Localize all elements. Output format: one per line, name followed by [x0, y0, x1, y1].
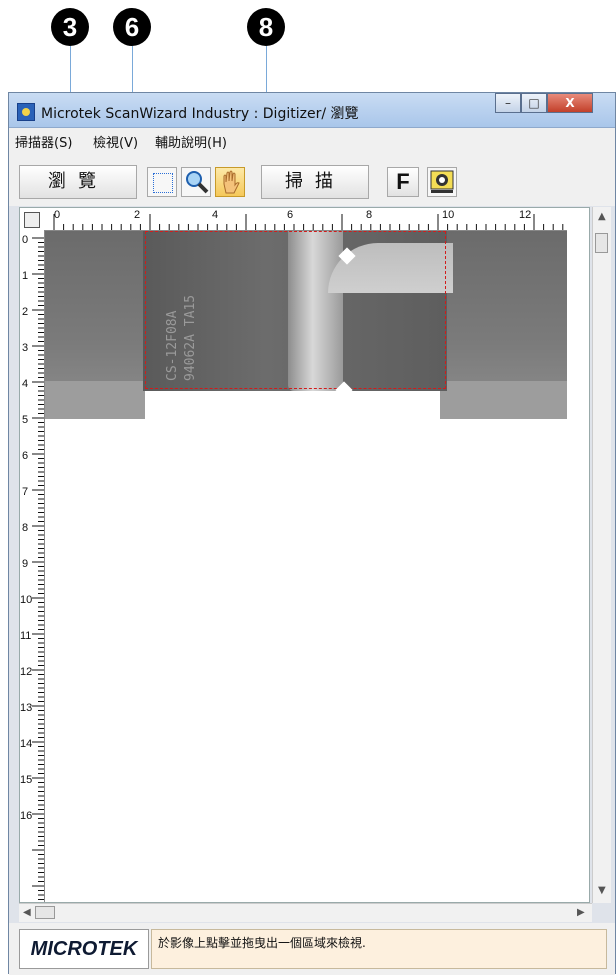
vertical-scroll-thumb[interactable]: [595, 233, 608, 253]
menu-scanner[interactable]: 掃描器(S): [15, 132, 72, 151]
menu-help[interactable]: 輔助說明(H): [155, 132, 227, 151]
horizontal-ruler-ticks: [53, 214, 564, 230]
menubar: 掃描器(S) 檢視(V) 輔助說明(H): [9, 128, 615, 151]
minimize-button[interactable]: –: [495, 93, 521, 113]
scan-button[interactable]: 掃描: [261, 165, 369, 199]
horizontal-scrollbar[interactable]: ◀ ▶: [19, 903, 592, 922]
scan-background-left-lower: [45, 381, 145, 419]
hand-icon: [223, 170, 240, 194]
status-bar: MICROTEK 於影像上點擊並拖曳出一個區域來檢視.: [9, 923, 615, 975]
vruler-label: 12: [20, 666, 33, 678]
maximize-button[interactable]: □: [521, 93, 547, 113]
scan-preview-canvas[interactable]: CS-12F08A 94062A TA15: [45, 231, 567, 833]
vruler-label: 10: [20, 594, 33, 606]
callout-3: 3: [51, 8, 89, 46]
status-message: 於影像上點擊並拖曳出一個區域來檢視.: [151, 929, 607, 969]
microtek-logo: MICROTEK: [19, 929, 149, 969]
horizontal-scroll-thumb[interactable]: [35, 906, 55, 919]
f-button[interactable]: F: [387, 167, 419, 197]
scanwizard-window: Microtek ScanWizard Industry : Digitizer…: [8, 92, 616, 975]
magnifier-icon: [186, 171, 209, 194]
vertical-ruler: 0 1 2 3 4 5 6 7 8 9 10 11 12 13 14 15 16: [20, 230, 45, 902]
menu-view[interactable]: 檢視(V): [93, 132, 138, 151]
selection-icon: [153, 173, 173, 193]
titlebar: Microtek ScanWizard Industry : Digitizer…: [9, 93, 615, 128]
hruler-label: 10: [442, 209, 455, 221]
vruler-label: 11: [20, 630, 32, 642]
vruler-label: 3: [22, 342, 29, 354]
ruler-unit-button[interactable]: [24, 212, 40, 228]
gear-icon: [430, 170, 454, 193]
vruler-label: 8: [22, 522, 29, 534]
hruler-label: 2: [134, 209, 141, 221]
vruler-label: 5: [22, 414, 29, 426]
vruler-label: 16: [20, 810, 33, 822]
selection-rectangle[interactable]: [145, 231, 446, 389]
zoom-tool[interactable]: [181, 167, 211, 197]
callout-8: 8: [247, 8, 285, 46]
scroll-right-icon[interactable]: ▶: [577, 907, 585, 918]
vruler-label: 7: [22, 486, 29, 498]
app-icon: [17, 103, 35, 121]
vruler-label: 0: [22, 234, 29, 246]
vruler-label: 6: [22, 450, 29, 462]
hruler-label: 8: [366, 209, 373, 221]
scroll-left-icon[interactable]: ◀: [23, 907, 31, 918]
pan-tool[interactable]: [215, 167, 245, 197]
scan-background-right-lower: [440, 381, 567, 419]
toolbar: 瀏覽 掃描 F: [9, 150, 615, 206]
hruler-label: 6: [287, 209, 294, 221]
vruler-label: 4: [22, 378, 29, 390]
selection-tool[interactable]: [147, 167, 177, 197]
hruler-label: 0: [54, 209, 61, 221]
vruler-label: 1: [22, 270, 29, 282]
close-button[interactable]: X: [547, 93, 593, 113]
scroll-up-icon[interactable]: ▲: [598, 211, 606, 222]
horizontal-ruler: 0 2 4 6 8 10 12: [44, 208, 567, 231]
vruler-label: 13: [20, 702, 33, 714]
window-title: Microtek ScanWizard Industry : Digitizer…: [41, 106, 359, 122]
preview-area: 0 2 4 6 8 10 12 0 1 2 3 4 5 6 7 8 9 10 1…: [19, 207, 590, 903]
hruler-label: 4: [212, 209, 219, 221]
vruler-label: 15: [20, 774, 33, 786]
preview-button[interactable]: 瀏覽: [19, 165, 137, 199]
vertical-scrollbar[interactable]: ▲ ▼: [592, 207, 611, 903]
hruler-label: 12: [519, 209, 532, 221]
vruler-label: 2: [22, 306, 29, 318]
callout-6: 6: [113, 8, 151, 46]
vruler-label: 14: [20, 738, 33, 750]
scroll-down-icon[interactable]: ▼: [598, 885, 606, 896]
settings-button[interactable]: [427, 167, 457, 197]
vruler-label: 9: [22, 558, 29, 570]
